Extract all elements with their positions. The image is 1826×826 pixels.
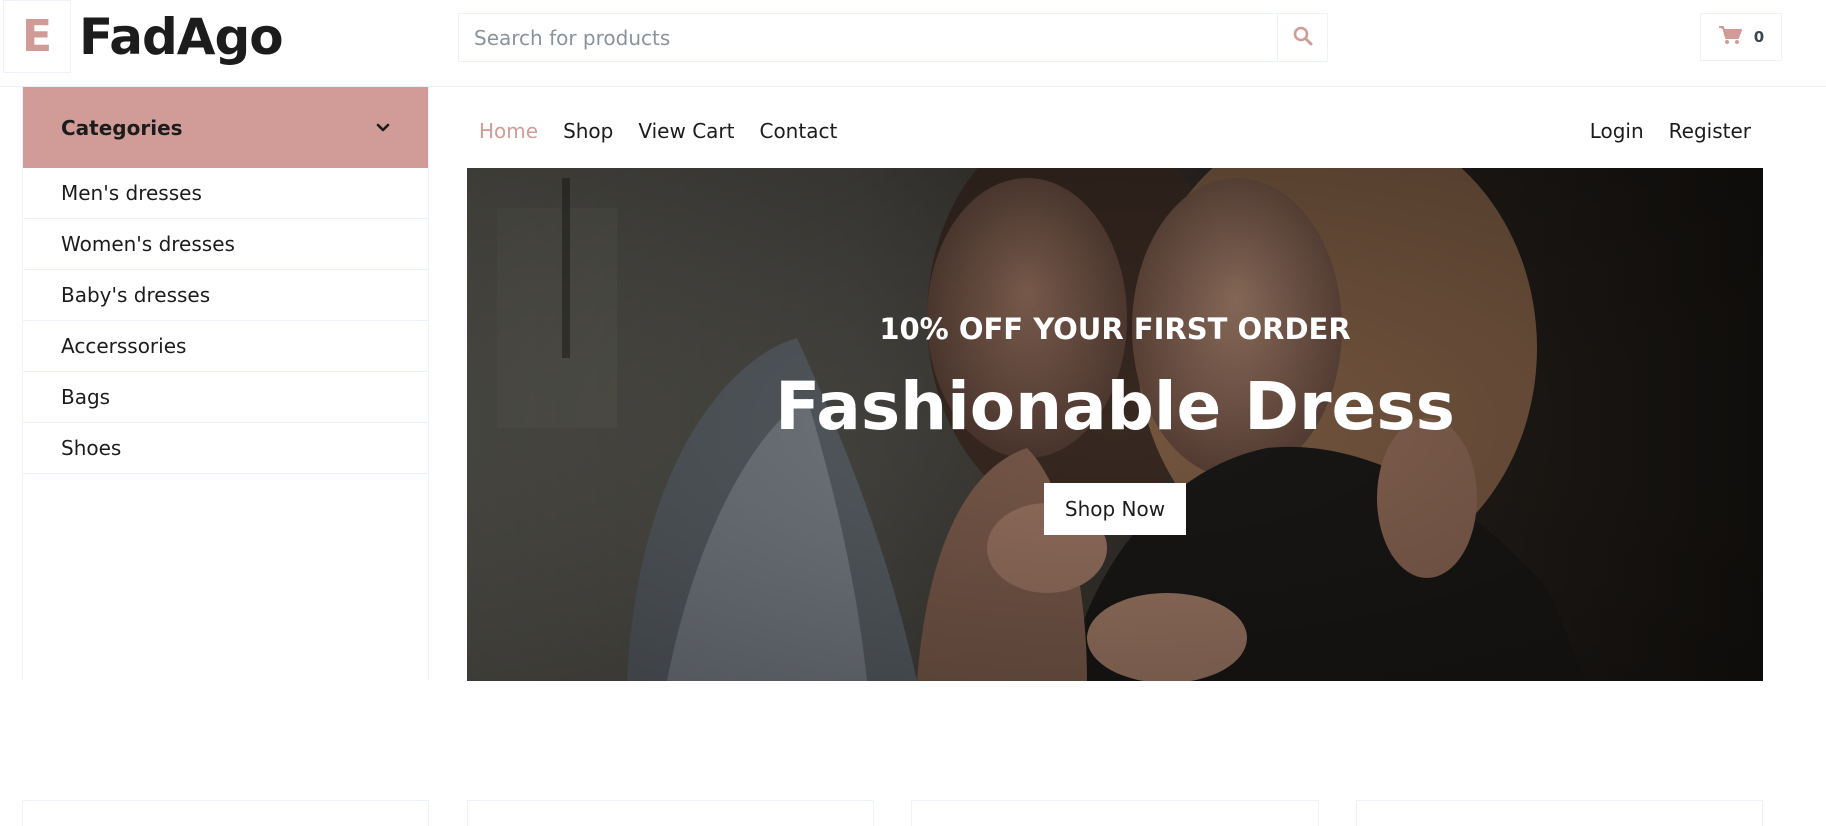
nav-shop[interactable]: Shop: [563, 119, 613, 143]
cart-icon: [1718, 25, 1742, 49]
feature-card: [467, 800, 874, 826]
hero-subtitle: 10% OFF YOUR FIRST ORDER: [879, 312, 1351, 346]
logo-letter: E: [3, 0, 71, 73]
nav-contact[interactable]: Contact: [759, 119, 837, 143]
search-input[interactable]: [459, 14, 1277, 61]
category-item-mens-dresses[interactable]: Men's dresses: [23, 168, 428, 219]
search-bar: [458, 13, 1328, 62]
categories-title: Categories: [61, 115, 183, 140]
chevron-down-icon: [376, 118, 390, 137]
category-item-shoes[interactable]: Shoes: [23, 423, 428, 474]
feature-card: [911, 800, 1319, 826]
categories-sidebar: Categories Men's dresses Women's dresses…: [22, 87, 429, 680]
nav-register[interactable]: Register: [1669, 119, 1751, 143]
brand-name: FadAgo: [79, 7, 284, 66]
shop-now-button[interactable]: Shop Now: [1044, 483, 1186, 535]
logo[interactable]: E FadAgo: [3, 0, 284, 73]
hero-title: Fashionable Dress: [775, 368, 1455, 445]
category-item-accessories[interactable]: Accerssories: [23, 321, 428, 372]
search-icon: [1293, 26, 1313, 50]
category-item-bags[interactable]: Bags: [23, 372, 428, 423]
category-item-womens-dresses[interactable]: Women's dresses: [23, 219, 428, 270]
cart-button[interactable]: 0: [1700, 13, 1782, 61]
feature-card: [22, 800, 429, 826]
categories-toggle[interactable]: Categories: [23, 87, 428, 168]
top-bar: E FadAgo 0: [0, 0, 1826, 87]
feature-card: [1356, 800, 1763, 826]
cart-count: 0: [1753, 28, 1765, 46]
search-button[interactable]: [1277, 14, 1327, 61]
hero-carousel: 10% OFF YOUR FIRST ORDER Fashionable Dre…: [467, 168, 1763, 681]
main-nav: Home Shop View Cart Contact Login Regist…: [467, 95, 1763, 167]
nav-home[interactable]: Home: [479, 119, 538, 143]
nav-view-cart[interactable]: View Cart: [638, 119, 734, 143]
nav-login[interactable]: Login: [1590, 119, 1644, 143]
category-item-babys-dresses[interactable]: Baby's dresses: [23, 270, 428, 321]
